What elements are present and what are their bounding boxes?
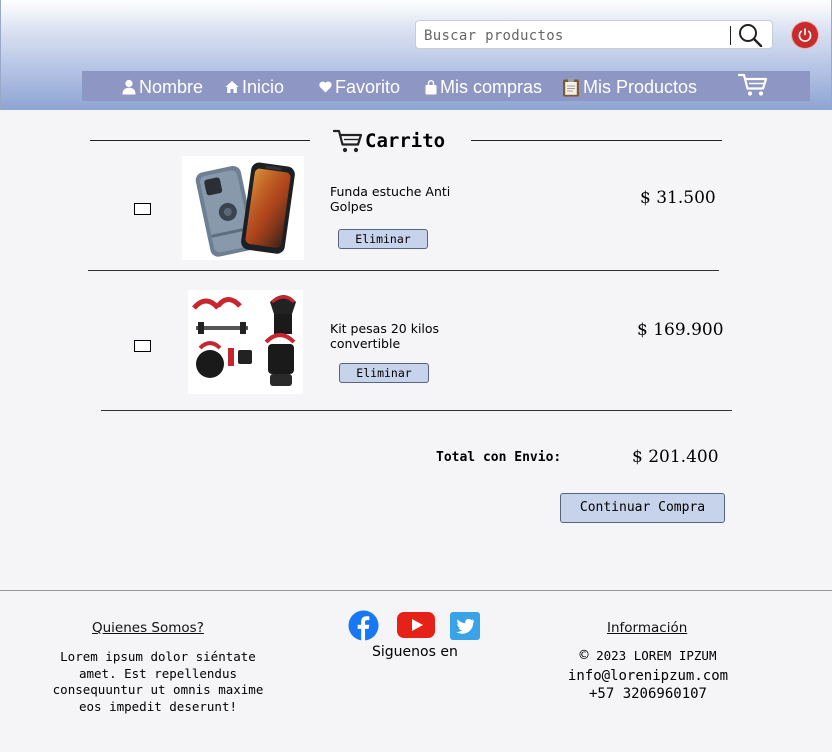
item-price: $ 31.500	[640, 188, 716, 208]
nav-label: Mis compras	[440, 76, 543, 97]
navbar: Nombre Inicio Favorito Mis compras Mis P…	[82, 71, 810, 101]
cart-icon	[333, 129, 363, 152]
heart-icon	[319, 81, 332, 93]
nav-label: Nombre	[139, 76, 204, 97]
youtube-link[interactable]	[397, 612, 435, 642]
continue-purchase-button[interactable]: Continuar Compra	[560, 493, 725, 523]
remove-button[interactable]: Eliminar	[339, 363, 429, 383]
total-value: $ 201.400	[632, 447, 719, 467]
contact-phone: +57 3206960107	[588, 686, 707, 702]
shopping-bag-icon	[425, 79, 437, 94]
about-link[interactable]: Quienes Somos?	[92, 620, 204, 636]
facebook-icon	[348, 610, 379, 641]
search-divider	[730, 26, 731, 45]
footer: Quienes Somos? Lorem ipsum dolor siéntat…	[0, 590, 832, 752]
contact-email: info@lorenipzum.com	[567, 668, 729, 684]
home-icon	[225, 81, 239, 93]
power-icon	[798, 28, 812, 42]
header: Nombre Inicio Favorito Mis compras	[0, 0, 832, 110]
nav-item-favorito[interactable]: Favorito	[319, 76, 400, 98]
copyright-icon: ©	[579, 646, 589, 664]
title-divider-right	[471, 140, 722, 141]
copyright-line: © 2023 LOREM IPZUM	[548, 647, 748, 665]
search-icon	[739, 24, 763, 48]
info-link[interactable]: Información	[607, 620, 687, 636]
title-divider-left	[90, 140, 310, 141]
facebook-link[interactable]	[348, 610, 379, 645]
youtube-icon	[397, 612, 435, 638]
item-divider	[88, 270, 719, 271]
nav-label: Inicio	[242, 76, 285, 97]
item-name: Funda estuche Anti Golpes	[330, 184, 451, 214]
item-checkbox[interactable]	[134, 203, 151, 215]
nav-label: Favorito	[335, 76, 401, 97]
user-icon	[122, 79, 136, 95]
follow-label: Siguenos en	[372, 644, 458, 660]
total-label: Total con Envio:	[436, 450, 562, 465]
nav-item-inicio[interactable]: Inicio	[225, 76, 284, 98]
cart-title: Carrito	[333, 127, 445, 155]
item-name: Kit pesas 20 kilos convertible	[330, 321, 440, 351]
about-text: Lorem ipsum dolor siéntate amet. Est rep…	[52, 649, 264, 714]
clipboard-icon	[563, 78, 579, 96]
search-button[interactable]	[738, 23, 766, 48]
nav-item-mis-productos[interactable]: Mis Productos	[562, 76, 697, 98]
product-image-phone-case	[182, 156, 304, 260]
remove-button[interactable]: Eliminar	[338, 229, 428, 249]
logout-button[interactable]	[792, 22, 818, 48]
cart-icon	[738, 73, 768, 96]
nav-item-nombre[interactable]: Nombre	[122, 76, 203, 98]
twitter-icon	[450, 612, 480, 640]
search-input[interactable]	[422, 24, 726, 48]
nav-item-mis-compras[interactable]: Mis compras	[425, 76, 542, 98]
twitter-link[interactable]	[450, 612, 480, 644]
copyright-text: 2023 LOREM IPZUM	[596, 648, 717, 663]
item-divider	[101, 410, 732, 411]
product-image-weights-kit	[188, 290, 303, 394]
cart-section: Carrito Funda estuche Anti Golpes Elimin…	[0, 110, 832, 590]
item-checkbox[interactable]	[134, 340, 151, 352]
item-price: $ 169.900	[637, 320, 724, 340]
nav-cart-button[interactable]	[738, 73, 771, 96]
nav-label: Mis Productos	[583, 76, 698, 97]
search-box	[415, 20, 773, 49]
cart-title-text: Carrito	[365, 130, 446, 152]
